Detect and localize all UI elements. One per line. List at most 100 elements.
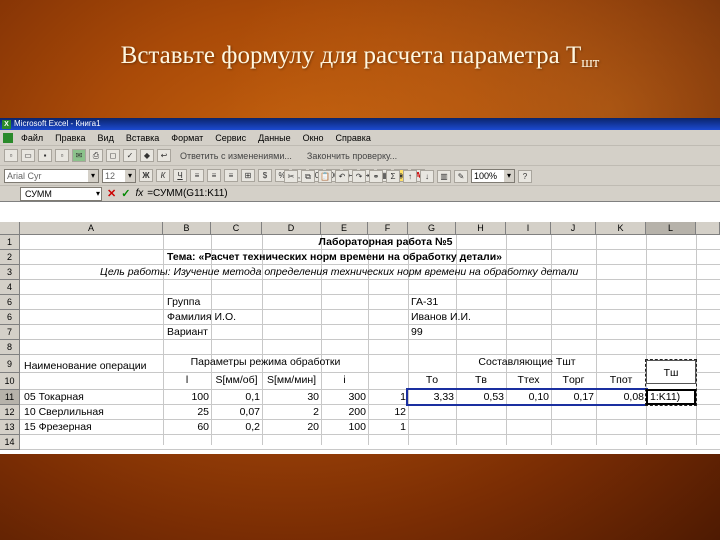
menu-window[interactable]: Окно: [303, 133, 324, 143]
row-header[interactable]: 11: [0, 390, 20, 405]
x-icon[interactable]: ✕: [107, 187, 116, 200]
cell-variant-value[interactable]: 99: [409, 325, 425, 340]
open-icon[interactable]: ▭: [21, 149, 35, 162]
menu-format[interactable]: Формат: [171, 133, 203, 143]
row-header[interactable]: 6: [0, 310, 20, 325]
workbook-icon[interactable]: [3, 132, 13, 143]
spelling-icon[interactable]: ✓: [123, 149, 137, 162]
column-header-f[interactable]: F: [368, 222, 408, 235]
cell-f[interactable]: 1: [368, 420, 408, 435]
check-icon[interactable]: ✓: [121, 187, 130, 200]
cell-s-rev[interactable]: 0,2: [211, 420, 262, 435]
sort-desc-icon[interactable]: ↓: [420, 169, 434, 183]
bold-icon[interactable]: Ж: [139, 169, 153, 182]
cell-tteh[interactable]: 0,10: [506, 390, 551, 405]
cell-op-name[interactable]: 15 Фрезерная: [22, 420, 94, 435]
row-header[interactable]: 14: [0, 435, 20, 450]
column-header-e[interactable]: E: [321, 222, 368, 235]
cell-i[interactable]: 100: [321, 420, 368, 435]
row-header[interactable]: 4: [0, 280, 20, 295]
menu-insert[interactable]: Вставка: [126, 133, 159, 143]
column-header-k[interactable]: K: [596, 222, 646, 235]
currency-icon[interactable]: $: [258, 169, 272, 182]
cell-header-tpot[interactable]: Tпот: [596, 373, 646, 388]
column-header-d[interactable]: D: [262, 222, 321, 235]
end-review-button[interactable]: Закончить проверку...: [307, 151, 397, 161]
cell-variant-label[interactable]: Вариант: [165, 325, 210, 340]
column-header-c[interactable]: C: [211, 222, 262, 235]
cell-header-to[interactable]: Tо: [408, 373, 456, 388]
row-header[interactable]: 6: [0, 295, 20, 310]
cell-header-torg[interactable]: Tорг: [551, 373, 596, 388]
row-header[interactable]: 12: [0, 405, 20, 420]
menu-data[interactable]: Данные: [258, 133, 291, 143]
row-header[interactable]: 7: [0, 325, 20, 340]
print-icon[interactable]: ⎙: [89, 149, 103, 162]
autosum-icon[interactable]: Σ: [386, 169, 400, 183]
cell-s-min[interactable]: 20: [262, 420, 321, 435]
cell-s-min[interactable]: 30: [262, 390, 321, 405]
mail-icon[interactable]: ✉: [72, 149, 86, 162]
cell-l[interactable]: 60: [163, 420, 211, 435]
align-center-icon[interactable]: ≡: [207, 169, 221, 182]
cell-header-l[interactable]: l: [163, 373, 211, 388]
name-box[interactable]: СУММ: [20, 186, 102, 201]
row-header[interactable]: 9: [0, 355, 20, 373]
cell-l[interactable]: 25: [163, 405, 211, 420]
cell-topic[interactable]: Тема: «Расчет технических норм времени н…: [165, 250, 504, 265]
row-header[interactable]: 10: [0, 373, 20, 390]
menu-tools[interactable]: Сервис: [215, 133, 246, 143]
cell-header-tteh[interactable]: Tтех: [506, 373, 551, 388]
row-header[interactable]: 8: [0, 340, 20, 355]
zoom-select[interactable]: 100%: [471, 169, 515, 183]
cell-name-value[interactable]: Иванов И.И.: [409, 310, 473, 325]
cell-s-rev[interactable]: 0,07: [211, 405, 262, 420]
cell-i[interactable]: 200: [321, 405, 368, 420]
drawing-icon[interactable]: ✎: [454, 169, 468, 183]
menu-edit[interactable]: Правка: [55, 133, 85, 143]
cell-f[interactable]: 12: [368, 405, 408, 420]
cell-header-tsh[interactable]: Тш: [646, 360, 696, 384]
cell-header-tv[interactable]: Tв: [456, 373, 506, 388]
cell-header-i[interactable]: i: [321, 373, 368, 388]
research-icon[interactable]: ◆: [140, 149, 154, 162]
cell-group-label[interactable]: Группа: [165, 295, 202, 310]
cut-icon[interactable]: ✂: [284, 169, 298, 183]
cell-components-header[interactable]: Составляющие Тшт: [408, 355, 646, 370]
cell-tv[interactable]: 0,53: [456, 390, 506, 405]
cell-to[interactable]: 3,33: [408, 390, 456, 405]
menu-view[interactable]: Вид: [98, 133, 114, 143]
new-icon[interactable]: ▫: [4, 149, 18, 162]
cell-params-header[interactable]: Параметры режима обработки: [163, 355, 368, 370]
permission-icon[interactable]: ▫: [55, 149, 69, 162]
column-header-l[interactable]: L: [646, 222, 696, 235]
cell-s-min[interactable]: 2: [262, 405, 321, 420]
column-header-b[interactable]: B: [163, 222, 211, 235]
formula-input[interactable]: =СУММ(G11:K11): [147, 188, 227, 199]
cell-torg[interactable]: 0,17: [551, 390, 596, 405]
row-header[interactable]: 3: [0, 265, 20, 280]
preview-icon[interactable]: ◻: [106, 149, 120, 162]
row-header[interactable]: 1: [0, 235, 20, 250]
merge-center-icon[interactable]: ⊞: [241, 169, 255, 182]
select-all-corner[interactable]: [0, 222, 20, 235]
column-header-i[interactable]: I: [506, 222, 551, 235]
cell-group-value[interactable]: ГА-31: [409, 295, 440, 310]
hyperlink-icon[interactable]: ⚭: [369, 169, 383, 183]
copy-icon[interactable]: ⧉: [301, 169, 315, 183]
cell-operation-header[interactable]: Наименование операции: [22, 359, 149, 374]
chart-icon[interactable]: ▥: [437, 169, 451, 183]
cell-op-name[interactable]: 10 Сверлильная: [22, 405, 106, 420]
cell-s-rev[interactable]: 0,1: [211, 390, 262, 405]
cell-op-name[interactable]: 05 Токарная: [22, 390, 86, 405]
underline-icon[interactable]: Ч: [173, 169, 187, 182]
font-size-select[interactable]: 12: [102, 168, 136, 183]
cell-header-s-min[interactable]: S[мм/мин]: [262, 373, 321, 388]
cell-i[interactable]: 300: [321, 390, 368, 405]
menu-help[interactable]: Справка: [336, 133, 371, 143]
cell-goal[interactable]: Цель работы: Изучение метода определения…: [98, 265, 580, 280]
column-header-j[interactable]: J: [551, 222, 596, 235]
cell-f[interactable]: 1: [368, 390, 408, 405]
reply-with-changes-button[interactable]: Ответить с изменениями...: [180, 151, 292, 161]
sort-asc-icon[interactable]: ↑: [403, 169, 417, 183]
